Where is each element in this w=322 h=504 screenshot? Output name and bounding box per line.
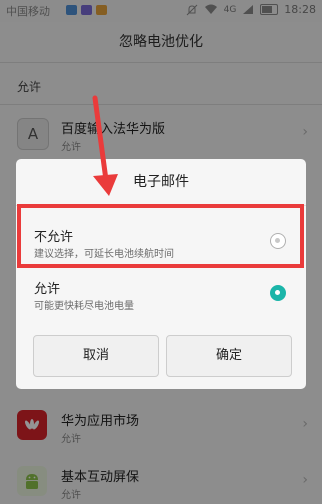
annotation-arrow-icon	[92, 95, 118, 196]
screen: 中国移动 4G 18:28 忽略电池优化 允许 A 百度输入法华为版 允许 › …	[0, 0, 322, 504]
